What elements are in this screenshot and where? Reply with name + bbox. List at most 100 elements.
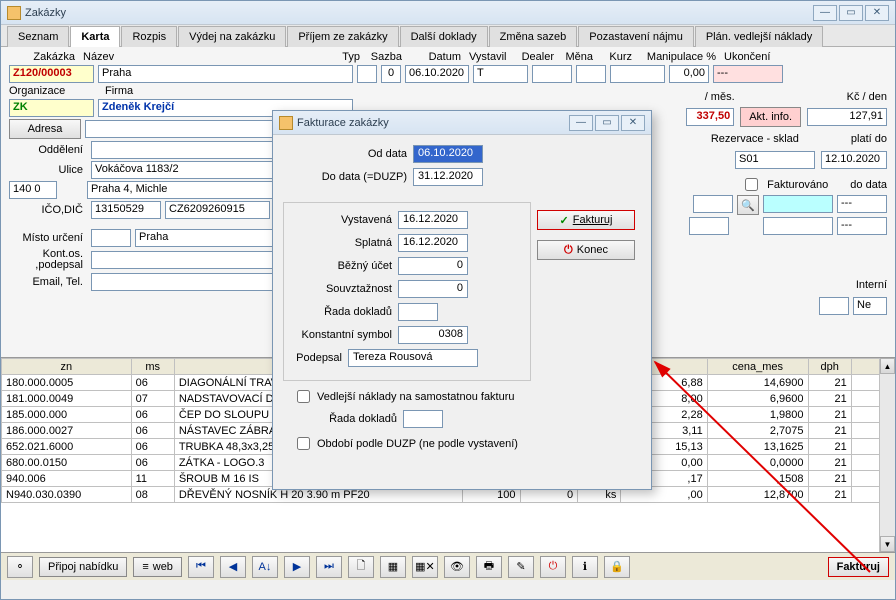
lbl-oddeleni: Oddělení xyxy=(9,144,87,156)
lbl-dodata: do data xyxy=(850,179,887,191)
lbl-kcden: Kč / den xyxy=(847,91,887,103)
field-rezervace[interactable]: S01 xyxy=(735,151,815,169)
mlbl-vyst: Vystavená xyxy=(288,214,398,226)
field-zakazka[interactable]: Z120/00003 xyxy=(9,65,94,83)
modal-minimize[interactable]: — xyxy=(569,115,593,131)
field-dd2[interactable]: --- xyxy=(837,217,887,235)
field-dd1[interactable]: --- xyxy=(837,195,887,213)
mfield-splat[interactable]: 16.12.2020 xyxy=(398,234,468,252)
tab-seznam[interactable]: Seznam xyxy=(7,26,69,47)
new-button[interactable]: 🗋 xyxy=(348,556,374,578)
field-ukonceni[interactable]: --- xyxy=(713,65,783,83)
modal-fakturace: Fakturace zakázky — ▭ ✕ Od data 06.10.20… xyxy=(272,110,652,490)
tab-dalsi[interactable]: Další doklady xyxy=(400,26,488,47)
sort-button[interactable]: A↓ xyxy=(252,556,278,578)
scrollbar[interactable]: ▲ ▼ xyxy=(879,358,895,552)
maximize-button[interactable]: ▭ xyxy=(839,5,863,21)
lbl-platido: platí do xyxy=(851,133,887,145)
mfield-do[interactable]: 31.12.2020 xyxy=(413,168,483,186)
field-manipulace[interactable]: 0,00 xyxy=(669,65,709,83)
minimize-button[interactable]: — xyxy=(813,5,837,21)
col-header[interactable]: zn xyxy=(2,359,132,375)
scroll-down-icon[interactable]: ▼ xyxy=(880,536,895,552)
modal-maximize[interactable]: ▭ xyxy=(595,115,619,131)
lock-button[interactable]: 🔒 xyxy=(604,556,630,578)
col-header[interactable]: ms xyxy=(131,359,174,375)
field-cyan[interactable] xyxy=(763,195,833,213)
find-button[interactable]: 👁 xyxy=(444,556,470,578)
fakturuj-bottom-button[interactable]: Fakturuj xyxy=(828,557,889,577)
field-mena[interactable] xyxy=(576,65,606,83)
last-button[interactable]: ⏭ xyxy=(316,556,342,578)
field-nazev[interactable]: Praha xyxy=(98,65,353,83)
tab-prijem[interactable]: Příjem ze zakázky xyxy=(287,26,398,47)
lbl-dealer: Dealer xyxy=(518,51,558,63)
col-header[interactable]: cena_mes xyxy=(707,359,808,375)
field-ico[interactable]: 13150529 xyxy=(91,201,161,219)
mfield-podepsal[interactable]: Tereza Rousová xyxy=(348,349,478,367)
main-titlebar[interactable]: Zakázky — ▭ ✕ xyxy=(1,1,895,25)
lbl-ulice: Ulice xyxy=(9,164,87,176)
field-misto-code[interactable] xyxy=(91,229,131,247)
power-button[interactable]: ⏻ xyxy=(540,556,566,578)
akt-info-button[interactable]: Akt. info. xyxy=(740,107,801,127)
web-button[interactable]: ≡web xyxy=(133,557,182,577)
prev-button[interactable]: ◀ xyxy=(220,556,246,578)
lbl-kont: Kont.os. ,podepsal xyxy=(9,249,87,271)
info-button[interactable]: ℹ xyxy=(572,556,598,578)
bottom-toolbar: ⚬ Připoj nabídku ≡web ⏮ ◀ A↓ ▶ ⏭ 🗋 ▦ ▦✕ … xyxy=(1,552,895,580)
graph-button[interactable]: ⚬ xyxy=(7,556,33,578)
mfield-rada2[interactable] xyxy=(403,410,443,428)
edit-button[interactable]: ✎ xyxy=(508,556,534,578)
scroll-up-icon[interactable]: ▲ xyxy=(880,358,895,374)
field-typ[interactable] xyxy=(357,65,377,83)
field-x1[interactable] xyxy=(819,297,849,315)
chk-vedlejsi[interactable] xyxy=(297,390,310,403)
print-button[interactable]: 🖶 xyxy=(476,556,502,578)
field-kurz[interactable] xyxy=(610,65,665,83)
modal-konec-button[interactable]: ⏻Konec xyxy=(537,240,635,260)
mfield-souvz[interactable]: 0 xyxy=(398,280,468,298)
mfield-ucet[interactable]: 0 xyxy=(398,257,468,275)
mfield-ks[interactable]: 0308 xyxy=(398,326,468,344)
mfield-od[interactable]: 06.10.2020 xyxy=(413,145,483,163)
lbl-email: Email, Tel. xyxy=(9,276,87,288)
search-button[interactable]: 🔍 xyxy=(737,195,759,215)
tab-rozpis[interactable]: Rozpis xyxy=(121,26,177,47)
modal-titlebar[interactable]: Fakturace zakázky — ▭ ✕ xyxy=(273,111,651,135)
field-g1[interactable] xyxy=(763,217,833,235)
pripoj-button[interactable]: Připoj nabídku xyxy=(39,557,127,577)
field-datum[interactable]: 06.10.2020 xyxy=(405,65,469,83)
field-q2[interactable] xyxy=(689,217,729,235)
tab-vydej[interactable]: Výdej na zakázku xyxy=(178,26,286,47)
field-interni[interactable]: Ne xyxy=(853,297,887,315)
tab-pozastaveni[interactable]: Pozastavení nájmu xyxy=(578,26,694,47)
modal-close[interactable]: ✕ xyxy=(621,115,645,131)
field-sazba[interactable]: 0 xyxy=(381,65,401,83)
lbl-organizace: Organizace xyxy=(9,85,79,97)
field-psc[interactable]: 140 0 xyxy=(9,181,57,199)
modal-icon xyxy=(279,116,293,130)
tab-plan[interactable]: Plán. vedlejší náklady xyxy=(695,26,823,47)
next-button[interactable]: ▶ xyxy=(284,556,310,578)
field-vystavil[interactable]: T xyxy=(473,65,528,83)
field-dic[interactable]: CZ6209260915 xyxy=(165,201,270,219)
col-header[interactable]: dph xyxy=(808,359,851,375)
first-button[interactable]: ⏮ xyxy=(188,556,214,578)
modal-fakturuj-button[interactable]: ✓Fakturuj xyxy=(537,210,635,230)
chk-obdobi[interactable] xyxy=(297,437,310,450)
mfield-rada[interactable] xyxy=(398,303,438,321)
tab-karta[interactable]: Karta xyxy=(70,26,120,47)
grid2-button[interactable]: ▦✕ xyxy=(412,556,438,578)
grid1-button[interactable]: ▦ xyxy=(380,556,406,578)
close-button[interactable]: ✕ xyxy=(865,5,889,21)
adresa-button[interactable]: Adresa xyxy=(9,119,81,139)
mfield-vyst[interactable]: 16.12.2020 xyxy=(398,211,468,229)
field-q1[interactable] xyxy=(693,195,733,213)
field-organizace[interactable]: ZK xyxy=(9,99,94,117)
chk-fakturovano[interactable] xyxy=(745,178,758,191)
mlbl-ks: Konstantní symbol xyxy=(288,329,398,341)
field-platido[interactable]: 12.10.2020 xyxy=(821,151,887,169)
tab-zmena[interactable]: Změna sazeb xyxy=(489,26,578,47)
field-dealer[interactable] xyxy=(532,65,572,83)
